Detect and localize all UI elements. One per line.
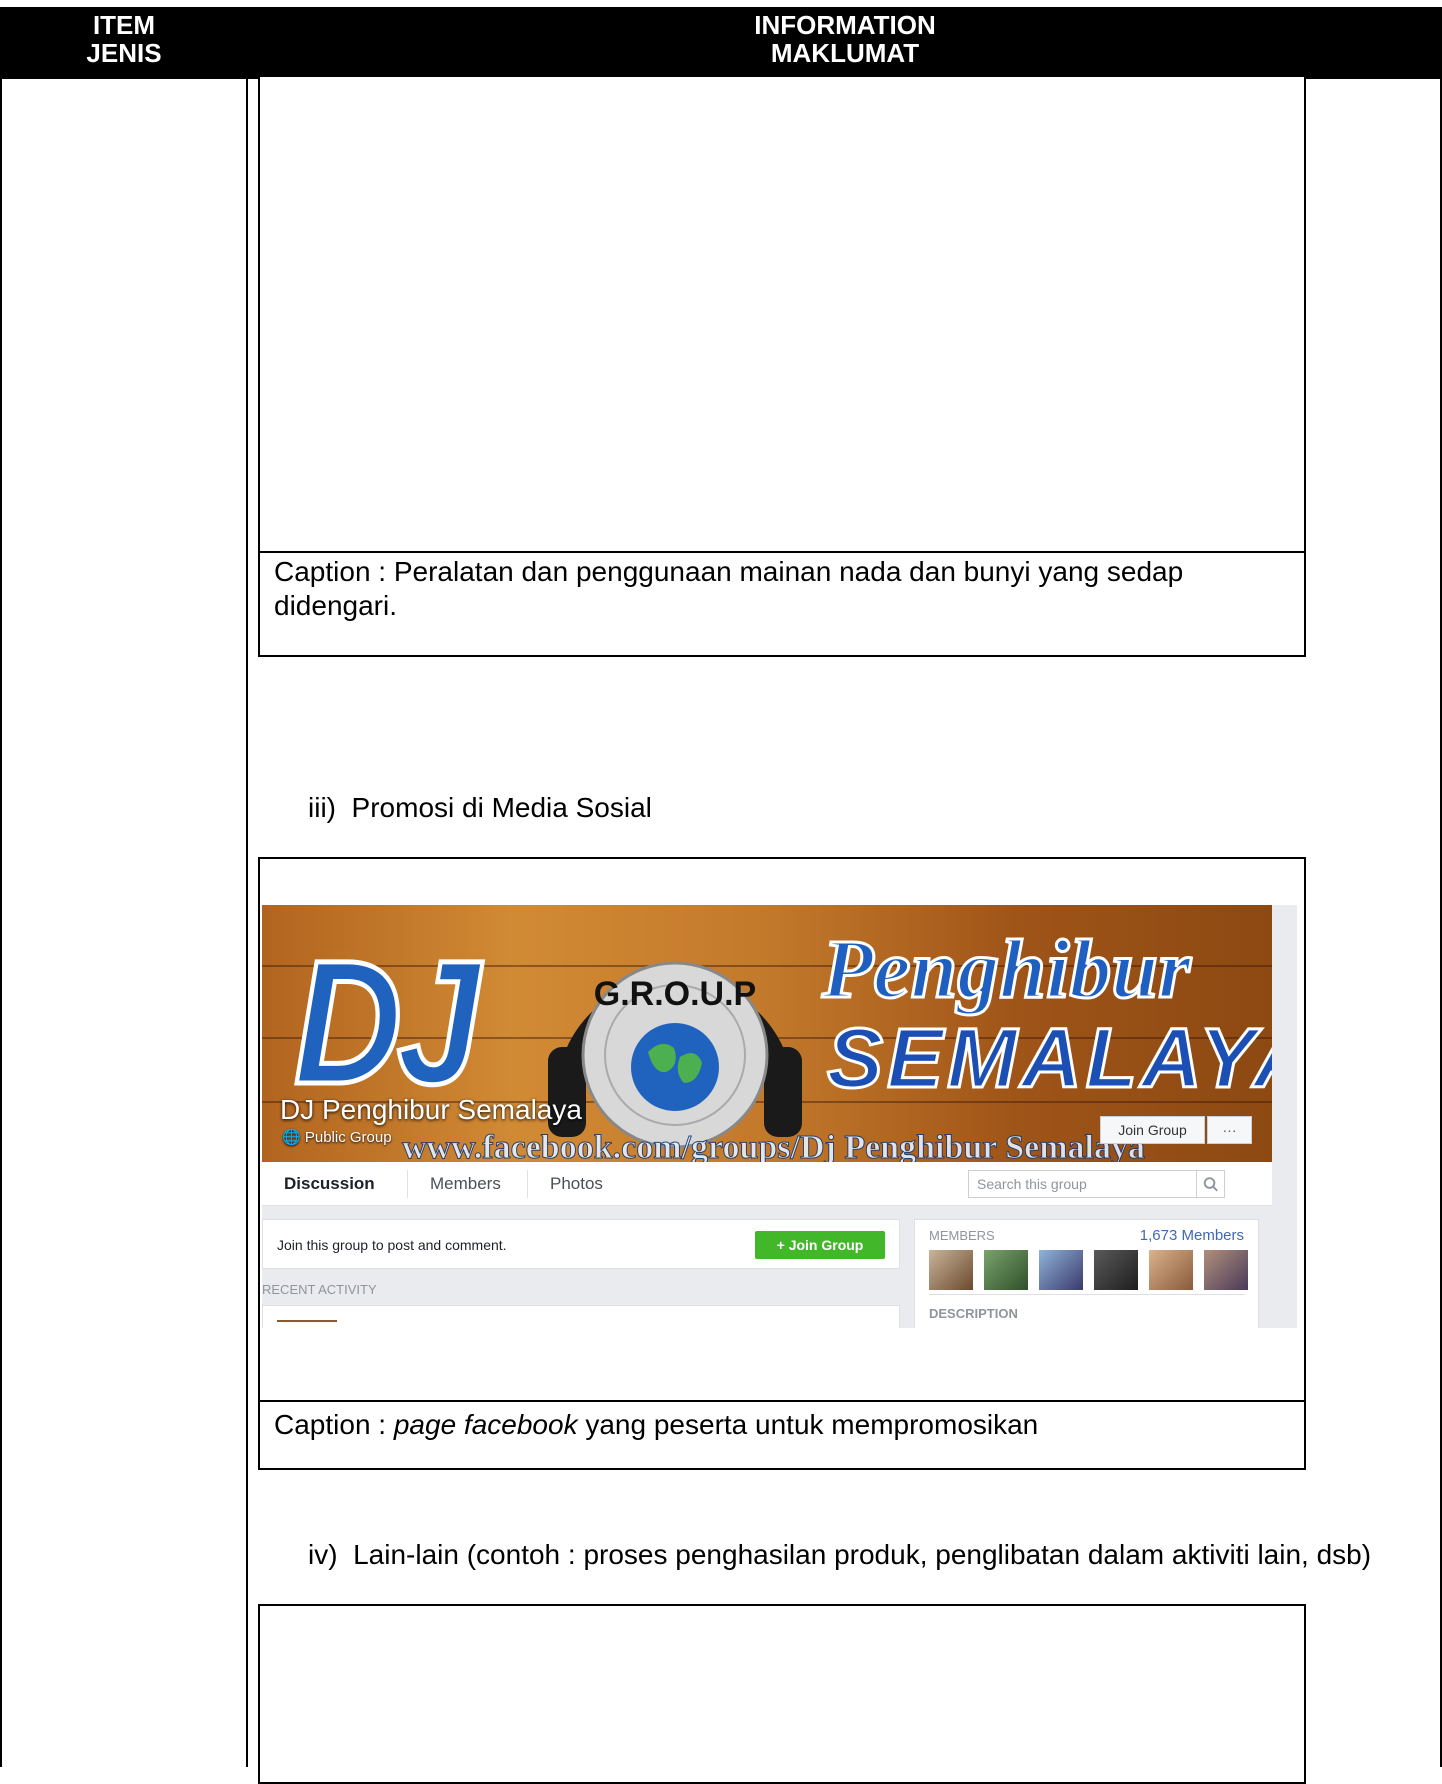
header-info-ms: MAKLUMAT bbox=[770, 38, 920, 68]
tab-members[interactable]: Members bbox=[430, 1162, 501, 1206]
member-avatar[interactable] bbox=[1149, 1250, 1193, 1290]
table-left-border bbox=[0, 79, 2, 1767]
caption-2-suffix: yang peserta untuk mempromosikan bbox=[577, 1409, 1039, 1440]
image-box-empty-3 bbox=[258, 1604, 1306, 1784]
caption-2: Caption : page facebook yang peserta unt… bbox=[260, 1402, 1304, 1442]
tab-divider bbox=[527, 1170, 528, 1198]
tab-photos[interactable]: Photos bbox=[550, 1162, 603, 1206]
table-column-divider bbox=[246, 79, 248, 1767]
cover-dj-text: DJ bbox=[292, 925, 482, 1121]
cover-penghibur-text: Penghibur bbox=[821, 923, 1193, 1016]
members-count[interactable]: 1,673 Members bbox=[1140, 1228, 1244, 1244]
members-sidebar: MEMBERS 1,673 Members DESCRIPTION bbox=[914, 1219, 1259, 1328]
header-item-ms: JENIS bbox=[86, 38, 162, 68]
group-type: 🌐 Public Group bbox=[282, 1129, 392, 1147]
more-options-button[interactable]: ··· bbox=[1207, 1116, 1252, 1144]
caption-2-prefix: Caption : bbox=[274, 1409, 394, 1440]
member-avatar[interactable] bbox=[1039, 1250, 1083, 1290]
recent-activity-heading: RECENT ACTIVITY bbox=[262, 1282, 377, 1297]
group-name: DJ Penghibur Semalaya bbox=[280, 1094, 582, 1125]
group-tabs-bar: Discussion Members Photos Search this gr… bbox=[262, 1162, 1272, 1206]
member-avatar[interactable] bbox=[1094, 1250, 1138, 1290]
section-iii-label: iii) Promosi di Media Sosial bbox=[308, 792, 652, 823]
caption-box-1: Caption : Peralatan dan penggunaan maina… bbox=[258, 551, 1306, 657]
globe-small-icon: 🌐 bbox=[282, 1129, 301, 1146]
join-prompt-panel: Join this group to post and comment. + J… bbox=[262, 1219, 900, 1269]
member-avatar[interactable] bbox=[1204, 1250, 1248, 1290]
caption-1: Caption : Peralatan dan penggunaan maina… bbox=[274, 556, 1184, 621]
facebook-group-screenshot: DJ G.R.O.U.P Penghibur SEMALAYA www.face… bbox=[262, 905, 1297, 1328]
join-group-button-cover[interactable]: Join Group bbox=[1100, 1116, 1205, 1144]
section-iv-label: iv) Lain-lain (contoh : proses penghasil… bbox=[308, 1539, 1372, 1570]
header-info-en: INFORMATION bbox=[754, 10, 936, 40]
header-info-cell: INFORMATION MAKLUMAT bbox=[248, 11, 1442, 67]
members-heading: MEMBERS bbox=[929, 1228, 995, 1243]
recent-activity-panel bbox=[262, 1305, 900, 1328]
logo-group-text: G.R.O.U.P bbox=[594, 975, 756, 1013]
header-item-en: ITEM bbox=[92, 10, 156, 40]
caption-box-2: Caption : page facebook yang peserta unt… bbox=[258, 1400, 1306, 1470]
cover-semalaya-text: SEMALAYA bbox=[826, 1011, 1272, 1105]
sidebar-divider bbox=[929, 1294, 1245, 1295]
group-type-label: Public Group bbox=[304, 1129, 392, 1146]
cover-url-watermark: www.facebook.com/groups/Dj Penghibur Sem… bbox=[401, 1129, 1146, 1162]
cover-photo: DJ G.R.O.U.P Penghibur SEMALAYA www.face… bbox=[262, 905, 1272, 1162]
headphone-right-cup bbox=[764, 1047, 802, 1137]
join-group-button[interactable]: + Join Group bbox=[755, 1231, 885, 1259]
caption-2-italic: page facebook bbox=[393, 1409, 578, 1440]
tab-divider bbox=[407, 1170, 408, 1198]
globe-icon bbox=[631, 1023, 719, 1111]
member-avatar[interactable] bbox=[929, 1250, 973, 1290]
header-item-cell: ITEM JENIS bbox=[0, 11, 248, 67]
description-heading: DESCRIPTION bbox=[929, 1306, 1018, 1321]
search-icon[interactable] bbox=[1196, 1171, 1224, 1197]
image-box-empty-1 bbox=[258, 77, 1306, 553]
join-prompt-text: Join this group to post and comment. bbox=[277, 1237, 507, 1253]
post-thumbnail-edge bbox=[277, 1320, 337, 1322]
group-search-input[interactable]: Search this group bbox=[968, 1170, 1225, 1198]
member-avatar[interactable] bbox=[984, 1250, 1028, 1290]
tab-discussion[interactable]: Discussion bbox=[284, 1162, 375, 1206]
